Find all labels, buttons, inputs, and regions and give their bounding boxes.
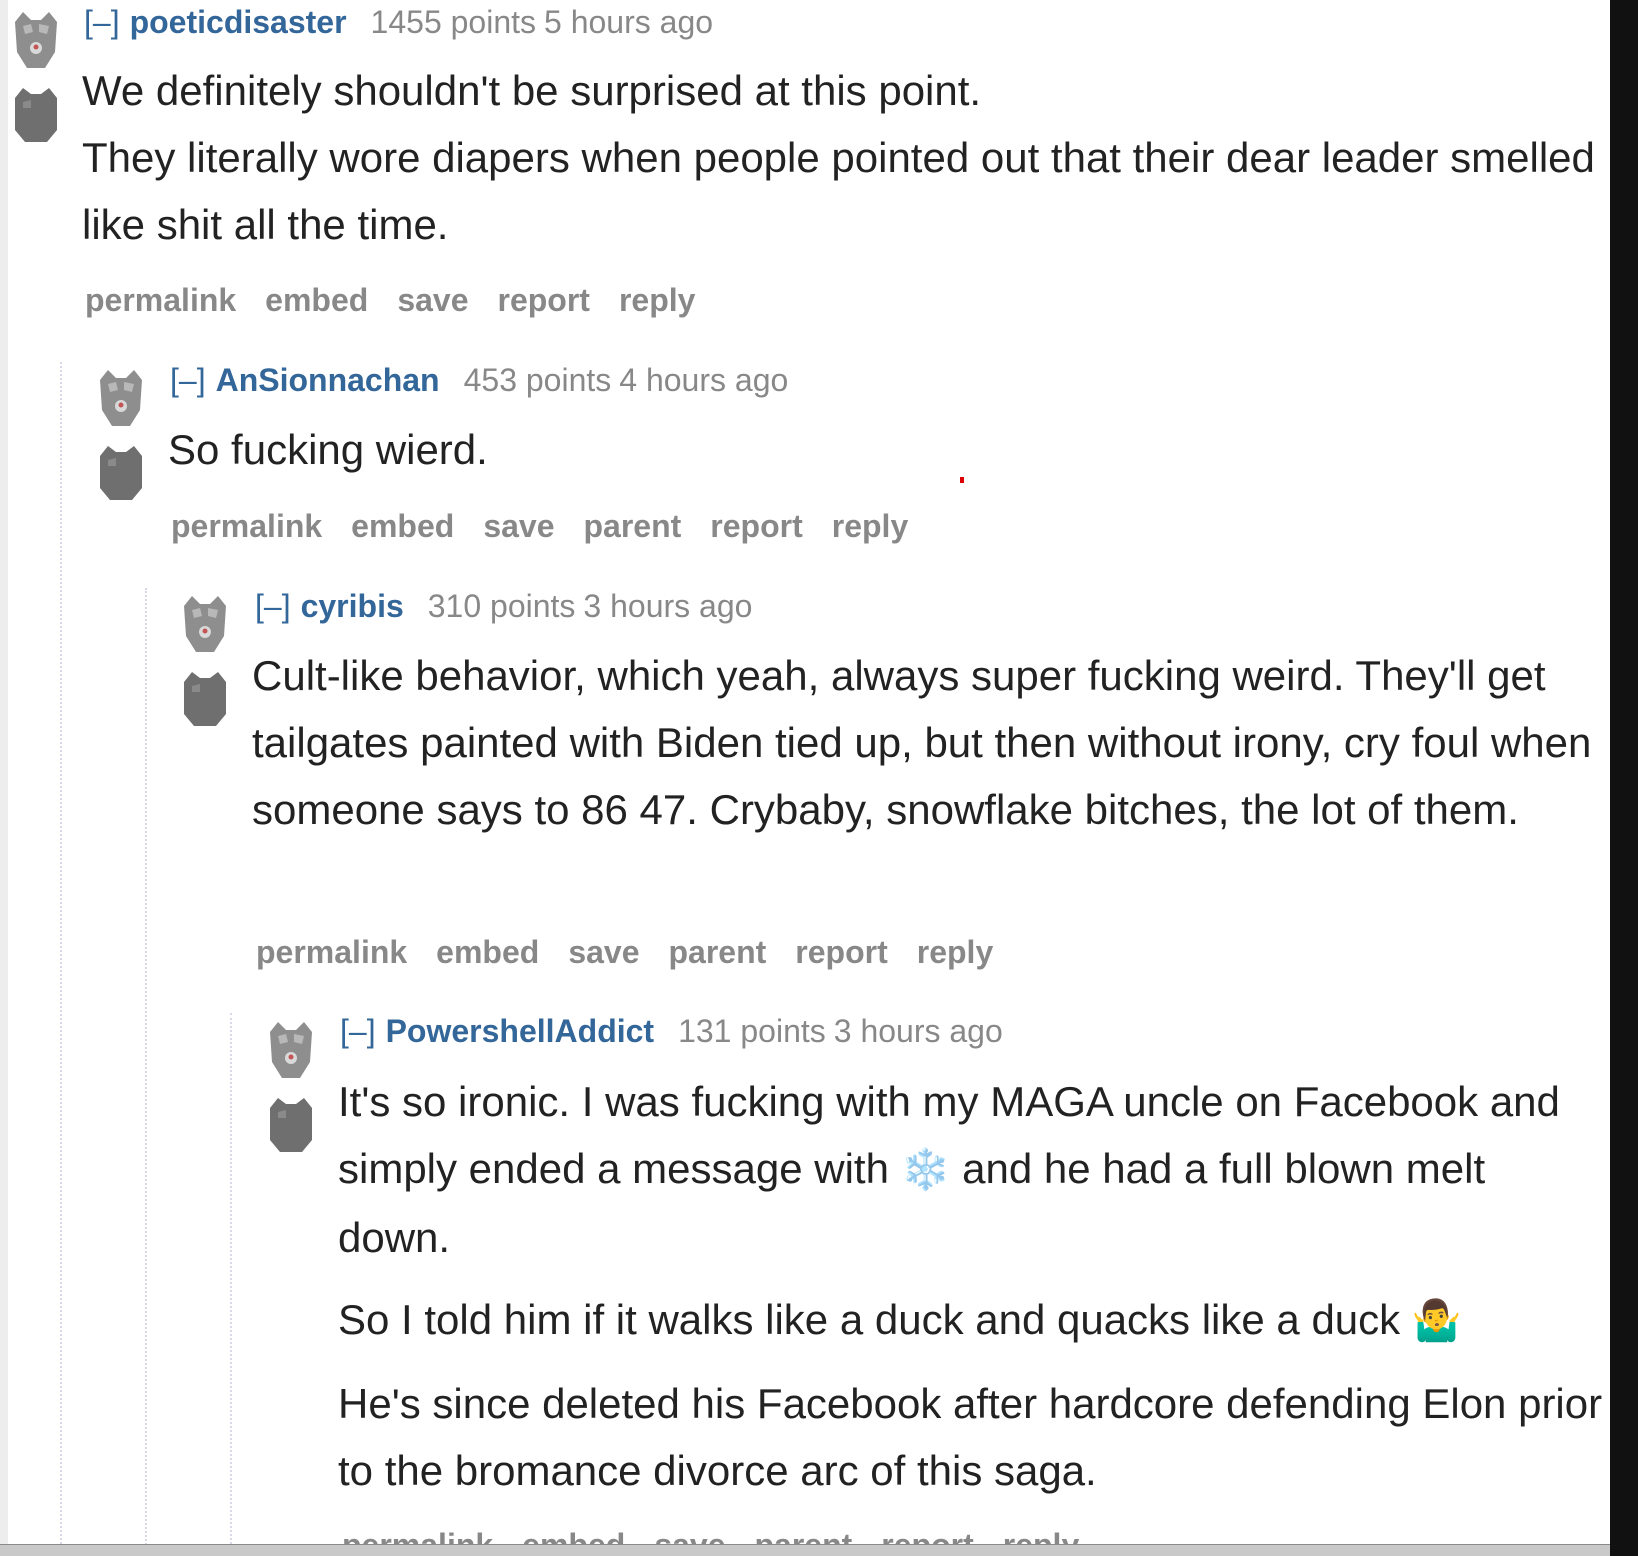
parent-button[interactable]: parent xyxy=(669,934,767,970)
snowflake-icon: ❄️ xyxy=(900,1147,951,1193)
save-button[interactable]: save xyxy=(397,282,468,318)
timestamp: 3 hours ago xyxy=(583,588,753,624)
permalink-button[interactable]: permalink xyxy=(342,1527,493,1544)
comment-tagline: [–] AnSionnachan 453 points 4 hours ago xyxy=(170,360,788,400)
avatar[interactable] xyxy=(11,8,61,142)
avatar[interactable] xyxy=(180,592,230,726)
comment-paragraph: It's so ironic. I was fucking with my MA… xyxy=(338,1068,1604,1271)
author-link[interactable]: poeticdisaster xyxy=(130,4,347,40)
report-button[interactable]: report xyxy=(498,282,590,318)
avatar[interactable] xyxy=(96,366,146,500)
shrug-icon: 🤷‍♂️ xyxy=(1411,1298,1462,1344)
collapse-toggle[interactable]: [–] xyxy=(255,588,291,624)
wolf-avatar-icon xyxy=(270,1022,312,1152)
comment-body: Cult-like behavior, which yeah, always s… xyxy=(252,642,1604,843)
horizontal-scrollbar[interactable] xyxy=(0,1544,1610,1556)
embed-button[interactable]: embed xyxy=(522,1527,625,1544)
collapse-toggle[interactable]: [–] xyxy=(340,1013,376,1049)
wolf-avatar-icon xyxy=(184,596,226,726)
author-link[interactable]: cyribis xyxy=(301,588,404,624)
author-link[interactable]: AnSionnachan xyxy=(216,362,440,398)
comment-actions: permalink embed save parent report reply xyxy=(342,1525,1108,1544)
comment-paragraph: Cult-like behavior, which yeah, always s… xyxy=(252,652,1592,833)
comment-paragraph: So I told him if it walks like a duck an… xyxy=(338,1286,1604,1355)
collapse-toggle[interactable]: [–] xyxy=(84,4,120,40)
comment-actions: permalink embed save parent report reply xyxy=(171,506,937,546)
collapse-toggle[interactable]: [–] xyxy=(170,362,206,398)
avatar[interactable] xyxy=(266,1018,316,1152)
save-button[interactable]: save xyxy=(654,1527,725,1544)
window-right-edge xyxy=(1610,0,1638,1556)
comment-body: So fucking wierd. xyxy=(168,416,1604,483)
permalink-button[interactable]: permalink xyxy=(256,934,407,970)
report-button[interactable]: report xyxy=(710,508,802,544)
red-dot-artifact xyxy=(960,477,964,483)
comment-body: We definitely shouldn't be surprised at … xyxy=(82,57,1604,258)
save-button[interactable]: save xyxy=(483,508,554,544)
thread-line-level-1 xyxy=(60,362,62,1544)
parent-button[interactable]: parent xyxy=(755,1527,853,1544)
comment-paragraph: So fucking wierd. xyxy=(168,426,488,473)
comment-actions: permalink embed save report reply xyxy=(85,280,724,320)
page-left-edge xyxy=(0,0,8,1556)
report-button[interactable]: report xyxy=(881,1527,973,1544)
reply-button[interactable]: reply xyxy=(832,508,908,544)
comment-actions: permalink embed save parent report reply xyxy=(256,932,1022,972)
comment-tagline: [–] poeticdisaster 1455 points 5 hours ago xyxy=(84,2,713,42)
comment-paragraph: They literally wore diapers when people … xyxy=(82,134,1595,248)
comment-paragraph: We definitely shouldn't be surprised at … xyxy=(82,67,982,114)
embed-button[interactable]: embed xyxy=(436,934,539,970)
comment-body: It's so ironic. I was fucking with my MA… xyxy=(338,1068,1604,1504)
timestamp: 3 hours ago xyxy=(833,1013,1003,1049)
permalink-button[interactable]: permalink xyxy=(171,508,322,544)
author-link[interactable]: PowershellAddict xyxy=(386,1013,655,1049)
score-label: 453 points xyxy=(463,362,612,398)
save-button[interactable]: save xyxy=(568,934,639,970)
wolf-avatar-icon xyxy=(15,12,57,142)
comment-tagline: [–] cyribis 310 points 3 hours ago xyxy=(255,586,752,626)
thread-line-level-2 xyxy=(145,588,147,1544)
score-label: 131 points xyxy=(678,1013,826,1049)
thread-line-level-3 xyxy=(230,1013,232,1544)
comment-tagline: [–] PowershellAddict 131 points 3 hours ago xyxy=(340,1011,1003,1051)
timestamp: 4 hours ago xyxy=(619,362,789,398)
timestamp: 5 hours ago xyxy=(544,4,714,40)
reply-button[interactable]: reply xyxy=(619,282,695,318)
permalink-button[interactable]: permalink xyxy=(85,282,236,318)
comment-thread: [–] poeticdisaster 1455 points 5 hours ago … xyxy=(8,0,1610,1544)
comment-paragraph: He's since deleted his Facebook after ha… xyxy=(338,1380,1603,1494)
embed-button[interactable]: embed xyxy=(351,508,454,544)
paragraph-text: So I told him if it walks like a duck an… xyxy=(338,1296,1401,1343)
wolf-avatar-icon xyxy=(100,370,142,500)
parent-button[interactable]: parent xyxy=(584,508,682,544)
score-label: 310 points xyxy=(427,588,576,624)
score-label: 1455 points xyxy=(370,4,537,40)
embed-button[interactable]: embed xyxy=(265,282,368,318)
reply-button[interactable]: reply xyxy=(917,934,993,970)
reply-button[interactable]: reply xyxy=(1003,1527,1079,1544)
report-button[interactable]: report xyxy=(795,934,887,970)
